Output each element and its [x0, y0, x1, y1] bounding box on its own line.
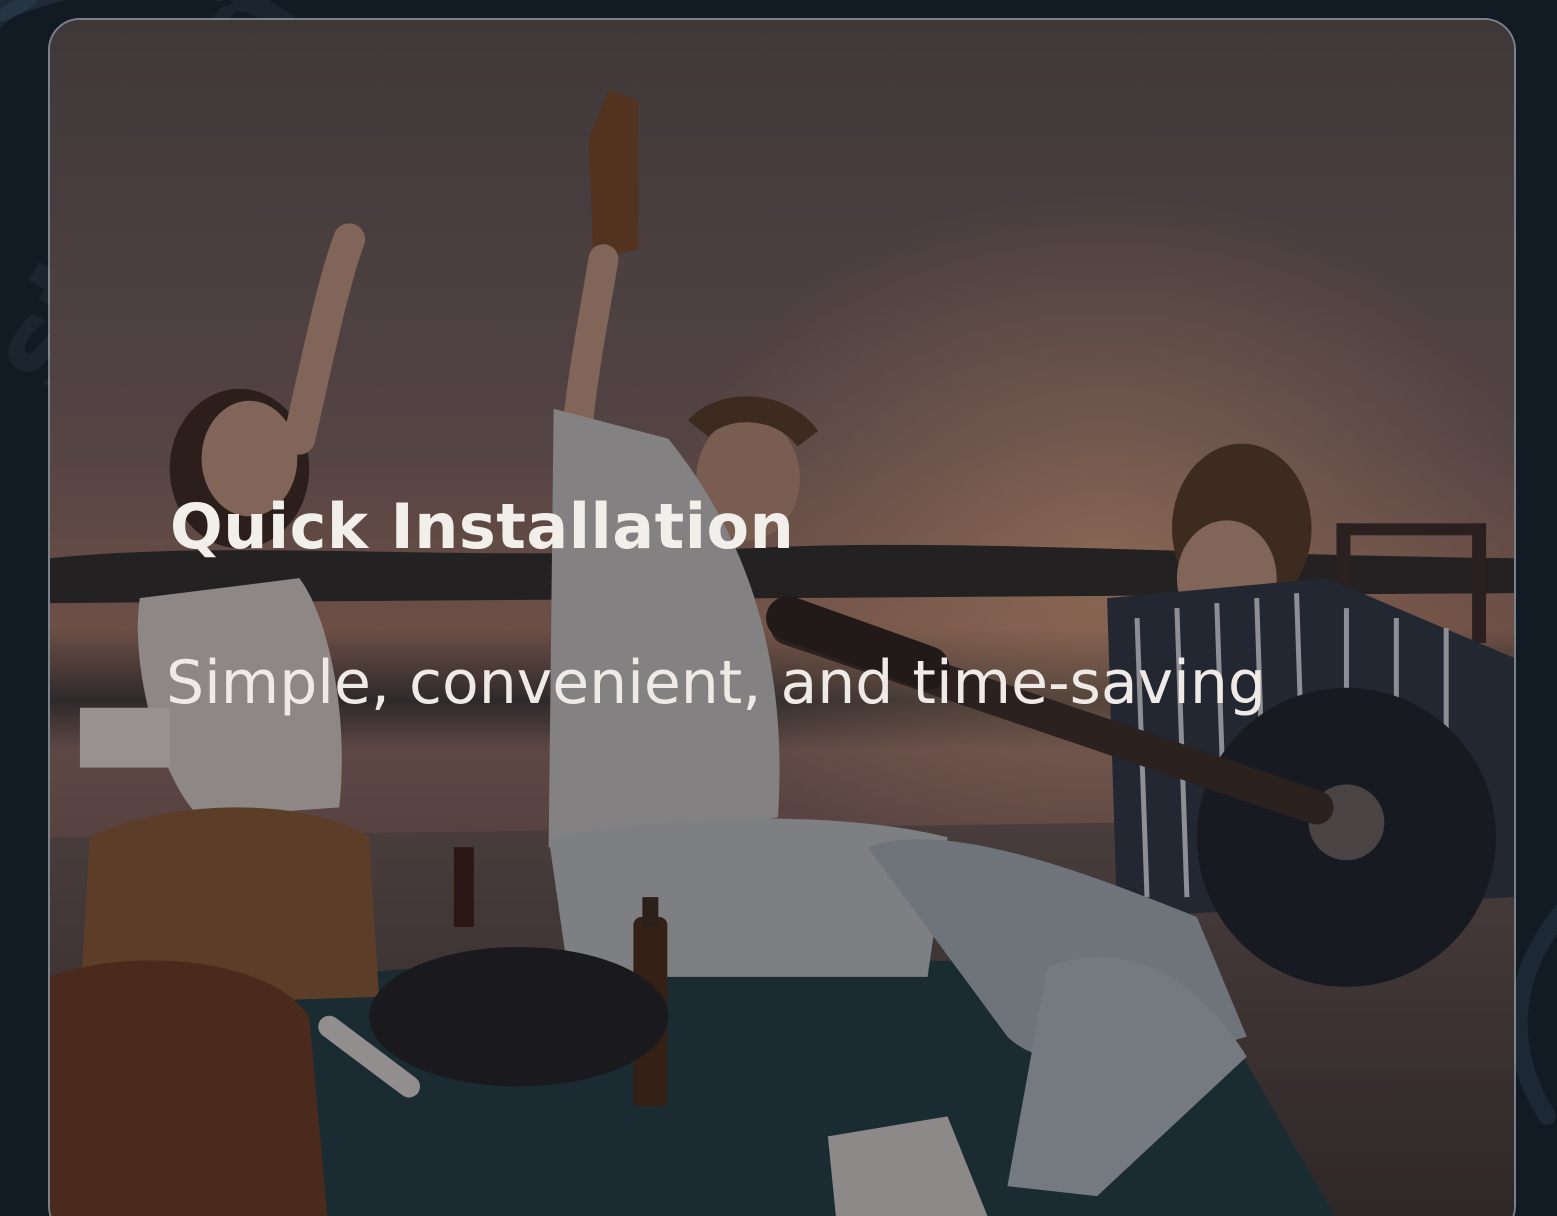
- photo-dim-overlay: [50, 20, 1514, 1216]
- card-title: Quick Installation: [170, 490, 795, 563]
- card-subtitle: Simple, convenient, and time-saving: [166, 648, 1266, 718]
- feature-card: Quick Installation Simple, convenient, a…: [48, 18, 1516, 1216]
- page: strong: [0, 0, 1557, 1216]
